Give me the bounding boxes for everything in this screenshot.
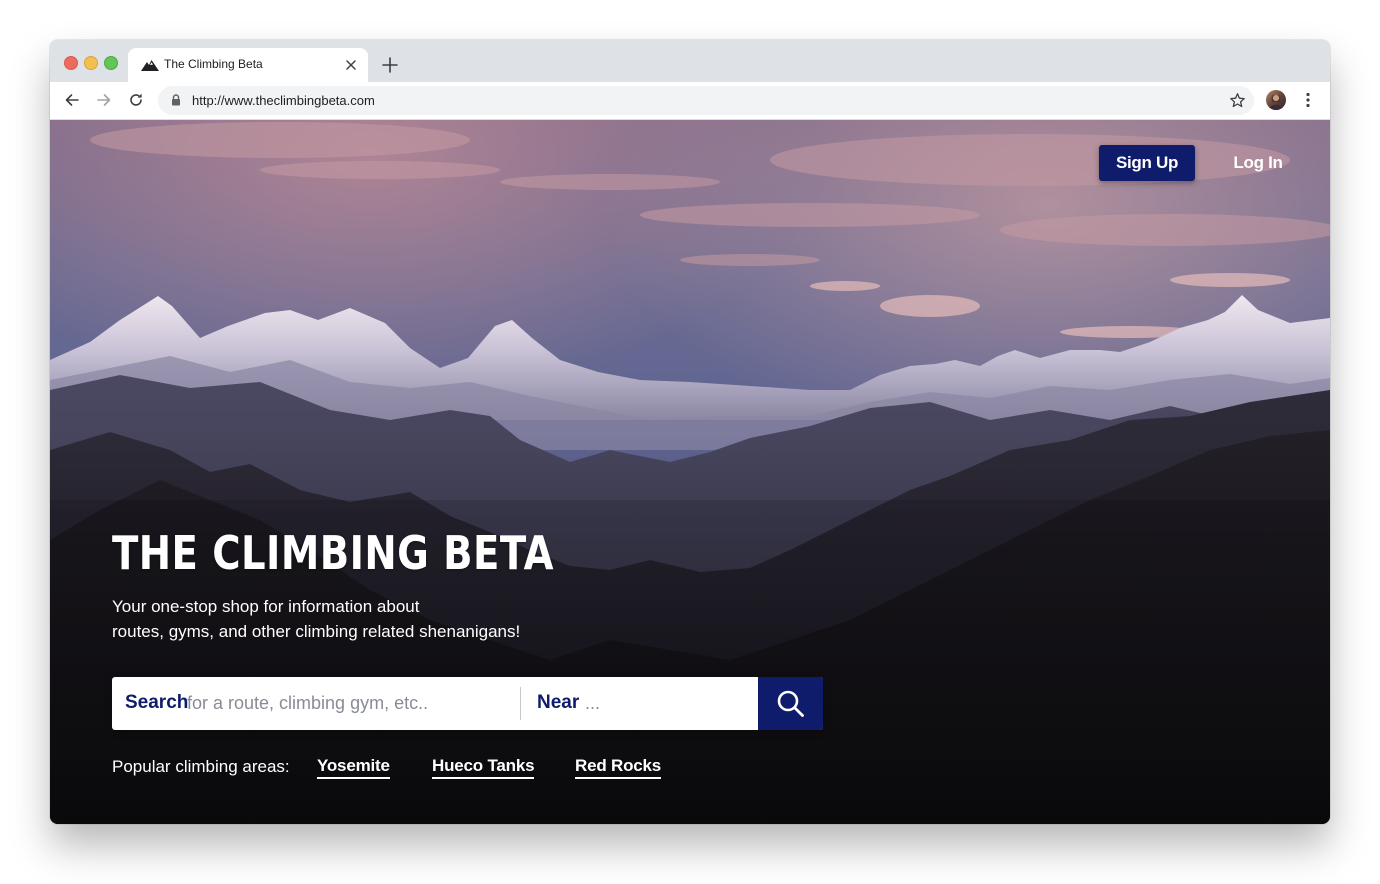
- area-link-red-rocks[interactable]: Red Rocks: [575, 756, 661, 779]
- avatar-image: [1269, 93, 1283, 110]
- close-window-button[interactable]: [64, 56, 78, 70]
- close-icon[interactable]: [344, 58, 358, 72]
- tab-title: The Climbing Beta: [164, 57, 263, 71]
- mountain-icon: [141, 60, 159, 71]
- tab-strip: The Climbing Beta: [50, 40, 1330, 82]
- reload-icon[interactable]: [127, 91, 145, 109]
- area-link-hueco-tanks[interactable]: Hueco Tanks: [432, 756, 535, 779]
- arrow-left-icon[interactable]: [63, 91, 81, 109]
- star-icon[interactable]: [1229, 92, 1246, 109]
- search-label: Search: [125, 692, 189, 713]
- browser-toolbar: http://www.theclimbingbeta.com: [50, 82, 1330, 120]
- popular-areas-label: Popular climbing areas:: [112, 757, 290, 776]
- search-input[interactable]: Search for a route, climbing gym, etc..: [112, 677, 520, 730]
- tagline-line-2: routes, gyms, and other climbing related…: [112, 622, 521, 641]
- page-viewport: Sign Up Log In THE CLIMBING BETA Your on…: [50, 120, 1330, 824]
- kebab-menu-icon[interactable]: [1300, 91, 1316, 109]
- tagline: Your one-stop shop for information about…: [112, 594, 572, 644]
- avatar[interactable]: [1266, 90, 1286, 110]
- search-button[interactable]: [758, 677, 823, 730]
- plus-icon[interactable]: [380, 55, 400, 75]
- search-placeholder: for a route, climbing gym, etc..: [187, 693, 429, 713]
- arrow-right-icon[interactable]: [95, 91, 113, 109]
- log-in-button[interactable]: Log In: [1222, 145, 1294, 181]
- url-text: http://www.theclimbingbeta.com: [192, 93, 375, 108]
- maximize-window-button[interactable]: [104, 56, 118, 70]
- browser-window: The Climbing Beta http://www.theclimbing…: [50, 40, 1330, 824]
- near-input[interactable]: Near ...: [521, 677, 757, 730]
- minimize-window-button[interactable]: [84, 56, 98, 70]
- near-placeholder: ...: [585, 693, 601, 713]
- address-bar[interactable]: http://www.theclimbingbeta.com: [158, 86, 1254, 115]
- area-link-yosemite[interactable]: Yosemite: [317, 756, 390, 779]
- tagline-line-1: Your one-stop shop for information about: [112, 597, 420, 616]
- sign-up-button[interactable]: Sign Up: [1099, 145, 1195, 181]
- near-label: Near: [537, 692, 580, 713]
- search-icon: [777, 690, 804, 717]
- lock-icon: [172, 94, 180, 106]
- search-bar: Search for a route, climbing gym, etc.. …: [112, 677, 823, 730]
- site-title: THE CLIMBING BETA: [112, 526, 554, 580]
- browser-tab[interactable]: The Climbing Beta: [128, 48, 368, 82]
